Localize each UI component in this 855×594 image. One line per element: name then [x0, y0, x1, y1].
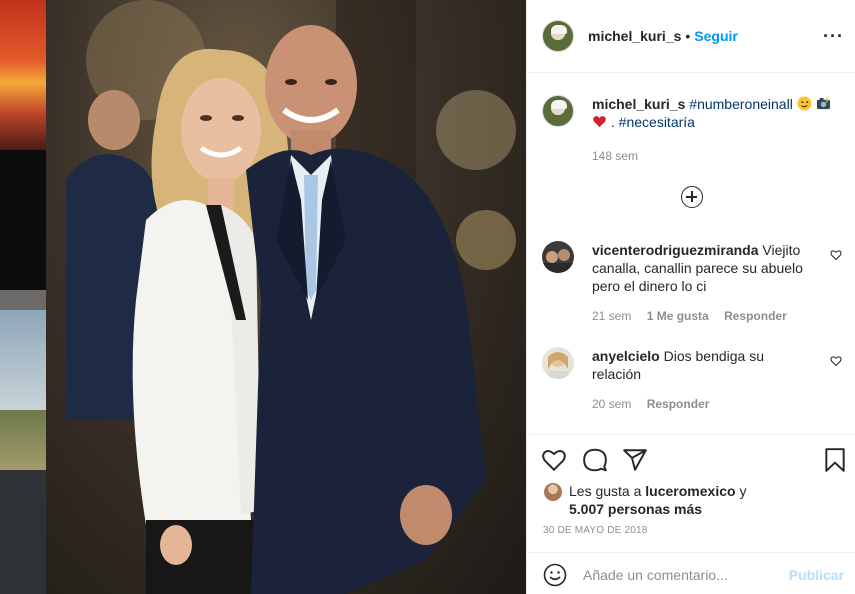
post-header: michel_kuri_s • Seguir ··· [527, 0, 855, 73]
comment-input[interactable]: Añade un comentario... [583, 567, 728, 583]
reply-button[interactable]: Responder [724, 309, 787, 323]
paper-plane-icon[interactable] [622, 447, 648, 473]
hashtag-necesitaria[interactable]: #necesitaría [619, 114, 695, 130]
post-panel: michel_kuri_s • Seguir ··· michel_kuri_s… [526, 0, 855, 594]
like-comment-heart-icon[interactable] [830, 355, 842, 367]
caption-period: . [610, 114, 615, 130]
comments-section[interactable]: michel_kuri_s #numberoneinall . #necesit… [527, 73, 855, 434]
publish-button[interactable]: Publicar [789, 567, 844, 583]
background-strip [0, 0, 46, 594]
heart-icon[interactable] [541, 447, 567, 473]
follow-button[interactable]: Seguir [694, 28, 738, 44]
red-heart-icon [593, 116, 606, 128]
author-username[interactable]: michel_kuri_s [588, 28, 681, 44]
comment-time[interactable]: 20 sem [592, 397, 631, 411]
caption-time[interactable]: 148 sem [592, 147, 842, 165]
caption-avatar[interactable] [542, 95, 574, 127]
liker-avatar[interactable] [543, 482, 563, 502]
commenter-avatar[interactable] [542, 347, 574, 379]
comment-item: anyelcielo Dios bendiga su relación 20 s… [542, 347, 842, 411]
caption-username[interactable]: michel_kuri_s [592, 96, 685, 112]
likes-conj: y [739, 483, 747, 499]
post-actions: Les gusta a luceromexico y 5.007 persona… [527, 434, 855, 544]
bookmark-icon[interactable] [822, 447, 848, 473]
smiley-icon[interactable] [543, 563, 567, 587]
winking-face-icon [797, 96, 812, 111]
comment-likes[interactable]: 1 Me gusta [647, 309, 709, 323]
commenter-avatar[interactable] [542, 241, 574, 273]
comment-username[interactable]: vicenterodriguezmiranda [592, 242, 759, 258]
add-comment-bar: Añade un comentario... Publicar [527, 552, 855, 594]
more-options-icon[interactable]: ··· [823, 26, 844, 47]
load-more-comments-icon[interactable] [681, 186, 703, 208]
comment-meta: 21 sem 1 Me gusta Responder [592, 309, 842, 323]
reply-button[interactable]: Responder [647, 397, 710, 411]
camera-flash-icon [816, 96, 830, 110]
comment-time[interactable]: 21 sem [592, 309, 631, 323]
likes-prefix: Les gusta a [569, 483, 642, 499]
comment-username[interactable]: anyelcielo [592, 348, 660, 364]
post-photo[interactable] [46, 0, 526, 594]
liker-username[interactable]: luceromexico [645, 483, 735, 499]
likes-count[interactable]: 5.007 personas más [569, 501, 702, 517]
comment-item: vicenterodriguezmiranda Viejito canalla,… [542, 241, 842, 323]
separator-dot: • [685, 28, 691, 44]
comment-icon[interactable] [582, 447, 608, 473]
likes-summary: Les gusta a luceromexico y 5.007 persona… [543, 482, 843, 518]
post-caption: michel_kuri_s #numberoneinall . #necesit… [542, 95, 842, 165]
photo-illustration [66, 0, 516, 594]
author-avatar[interactable] [542, 20, 574, 52]
post-date[interactable]: 30 DE MAYO DE 2018 [543, 525, 648, 536]
comment-meta: 20 sem Responder [592, 397, 842, 411]
like-comment-heart-icon[interactable] [830, 249, 842, 261]
hashtag-numberoneinall[interactable]: #numberoneinall [689, 96, 793, 112]
